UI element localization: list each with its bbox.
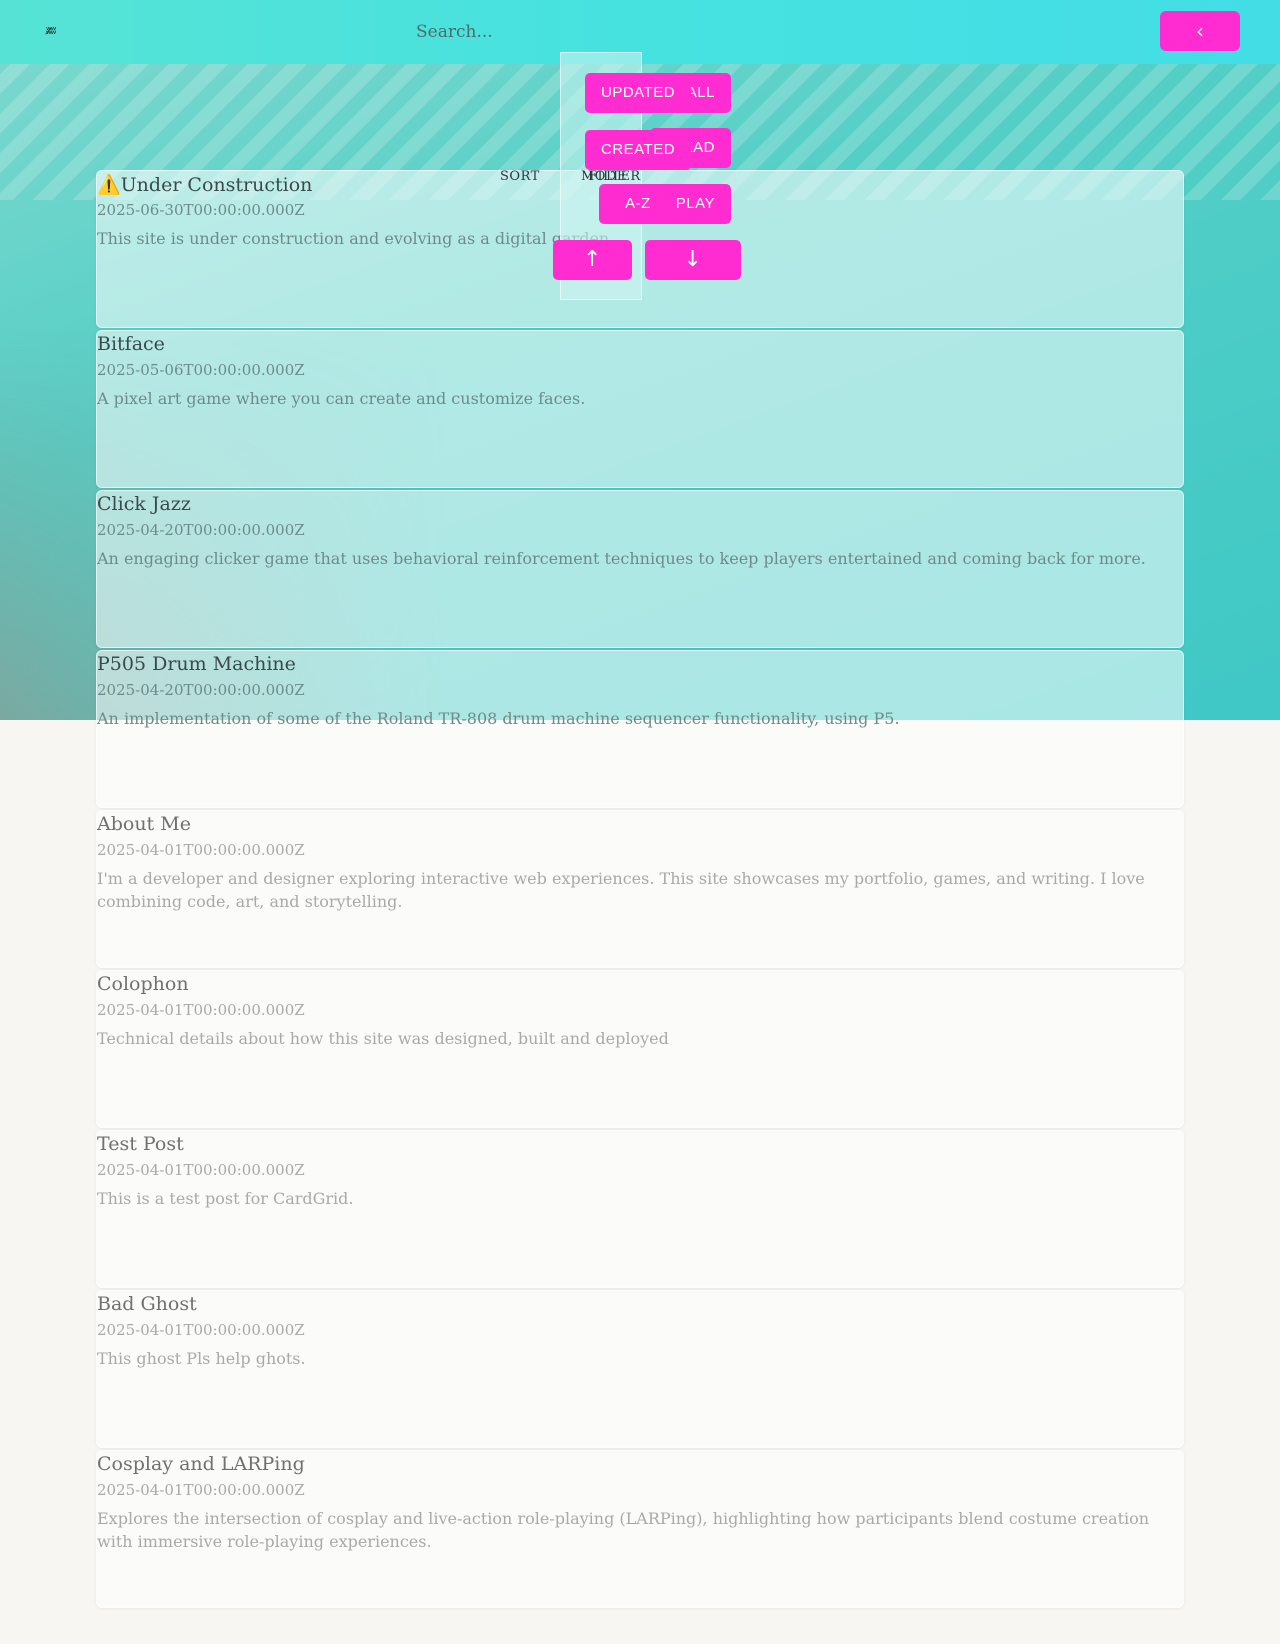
card-description: An engaging clicker game that uses behav… [97, 549, 1146, 568]
sort-updated-button[interactable]: UPDATED [585, 73, 691, 113]
card-colophon[interactable]: Colophon 2025-04-01T00:00:00.000Z Techni… [96, 970, 1184, 1128]
card-date: 2025-04-01T00:00:00.000Z [97, 841, 305, 859]
sort-az-button[interactable]: A-Z [599, 184, 677, 224]
card-date: 2025-06-30T00:00:00.000Z [97, 201, 305, 219]
card-description: I'm a developer and designer exploring i… [97, 869, 1145, 911]
card-bitface[interactable]: Bitface 2025-05-06T00:00:00.000Z A pixel… [96, 330, 1184, 488]
sort-label: SORT [500, 169, 540, 184]
card-date: 2025-04-01T00:00:00.000Z [97, 1001, 305, 1019]
card-title: Colophon [97, 973, 189, 995]
filter-label: FILTER [588, 169, 641, 184]
site-logo-icon[interactable]: ʬ̷ʬ [46, 24, 66, 38]
sort-ascending-button[interactable]: ↑ [553, 240, 632, 280]
card-description: Technical details about how this site wa… [97, 1029, 669, 1048]
card-grid: ⚠️Under Construction 2025-06-30T00:00:00… [96, 170, 1184, 1610]
card-title: Bitface [97, 333, 165, 355]
card-date: 2025-04-01T00:00:00.000Z [97, 1481, 305, 1499]
card-date: 2025-04-20T00:00:00.000Z [97, 681, 305, 699]
card-date: 2025-04-20T00:00:00.000Z [97, 521, 305, 539]
card-bad-ghost[interactable]: Bad Ghost 2025-04-01T00:00:00.000Z This … [96, 1290, 1184, 1448]
card-description: A pixel art game where you can create an… [97, 389, 586, 408]
card-description: An implementation of some of the Roland … [97, 709, 900, 728]
card-description: This ghost Pls help ghots. [97, 1349, 306, 1368]
card-date: 2025-04-01T00:00:00.000Z [97, 1321, 305, 1339]
card-test-post[interactable]: Test Post 2025-04-01T00:00:00.000Z This … [96, 1130, 1184, 1288]
sort-created-button[interactable]: CREATED [585, 130, 691, 170]
card-title: P505 Drum Machine [97, 653, 296, 675]
card-description: This is a test post for CardGrid. [97, 1189, 354, 1208]
card-title: ⚠️Under Construction [97, 174, 313, 196]
card-title: Bad Ghost [97, 1293, 197, 1315]
card-description: Explores the intersection of cosplay and… [97, 1509, 1150, 1551]
card-about-me[interactable]: About Me 2025-04-01T00:00:00.000Z I'm a … [96, 810, 1184, 968]
card-cosplay-and-larping[interactable]: Cosplay and LARPing 2025-04-01T00:00:00.… [96, 1450, 1184, 1608]
card-p505-drum-machine[interactable]: P505 Drum Machine 2025-04-20T00:00:00.00… [96, 650, 1184, 808]
card-title: Test Post [97, 1133, 184, 1155]
card-date: 2025-05-06T00:00:00.000Z [97, 361, 305, 379]
card-click-jazz[interactable]: Click Jazz 2025-04-20T00:00:00.000Z An e… [96, 490, 1184, 648]
card-date: 2025-04-01T00:00:00.000Z [97, 1161, 305, 1179]
card-title: Click Jazz [97, 493, 191, 515]
search-input[interactable] [416, 18, 776, 46]
back-button[interactable]: ‹ [1160, 11, 1240, 51]
card-title: About Me [97, 813, 191, 835]
card-title: Cosplay and LARPing [97, 1453, 305, 1475]
sort-descending-button[interactable]: ↓ [645, 240, 741, 280]
